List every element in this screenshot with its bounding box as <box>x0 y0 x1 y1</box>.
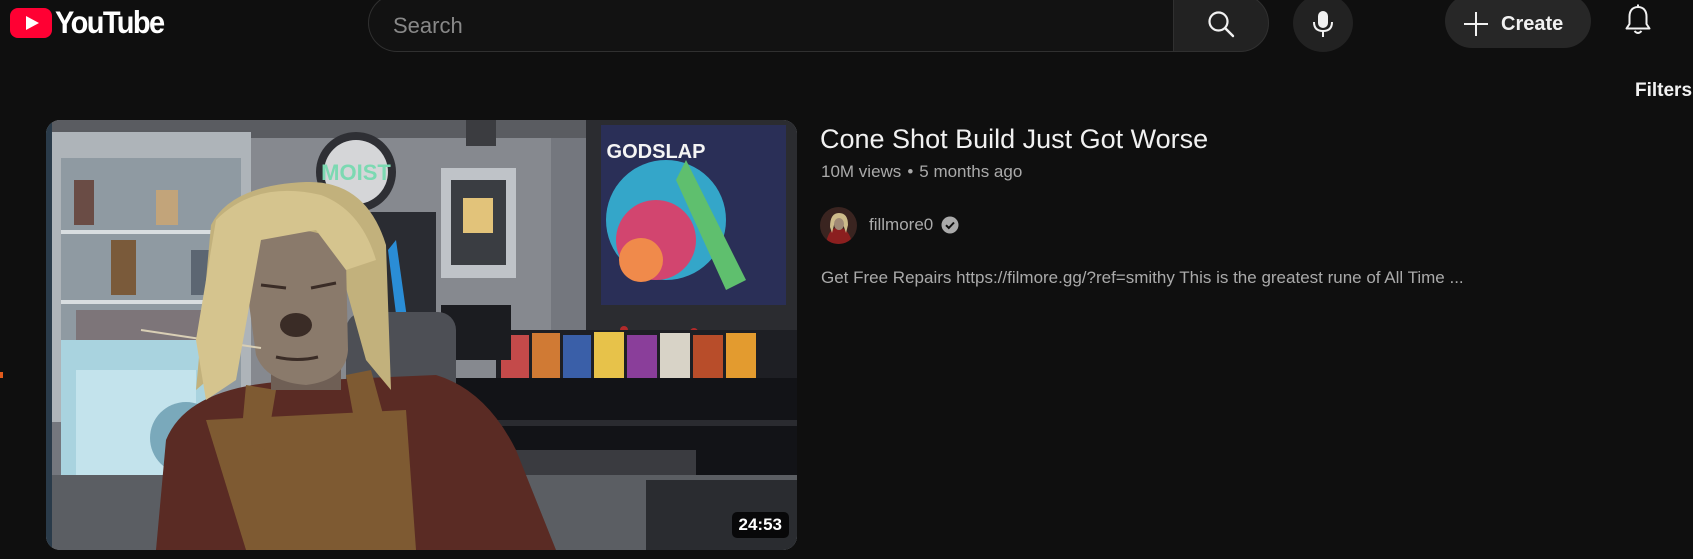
youtube-logo-icon <box>10 8 52 38</box>
view-count: 10M views <box>821 162 902 181</box>
video-meta: 10M views • 5 months ago <box>821 162 1022 182</box>
thumbnail-poster-text: GODSLAP <box>607 141 706 163</box>
video-thumbnail[interactable]: MOIST GODSLAP 24:53 <box>46 120 797 550</box>
thumbnail-sign-text: MOIST <box>321 160 391 185</box>
search-input[interactable] <box>368 0 1173 52</box>
search-button[interactable] <box>1173 0 1269 52</box>
thumbnail-image: MOIST GODSLAP <box>46 120 797 550</box>
channel-avatar[interactable] <box>820 206 857 244</box>
youtube-logo[interactable]: YouTube <box>10 4 165 41</box>
channel-name[interactable]: fillmore0 <box>869 215 933 235</box>
upload-age: 5 months ago <box>919 162 1023 181</box>
meta-separator: • <box>907 162 914 181</box>
video-duration-badge: 24:53 <box>731 512 789 538</box>
top-bar: YouTube Creat <box>0 0 1693 56</box>
logo-text: YouTube <box>55 4 165 41</box>
create-label: Create <box>1501 12 1564 35</box>
bell-icon <box>1624 4 1652 41</box>
search-icon <box>1206 9 1236 44</box>
create-button[interactable]: Create <box>1445 0 1591 48</box>
voice-search-button[interactable] <box>1293 0 1353 52</box>
search-bar <box>368 0 1269 52</box>
mic-icon <box>1311 10 1335 43</box>
channel-row[interactable]: fillmore0 <box>820 206 959 244</box>
verified-check-icon <box>941 216 959 234</box>
filters-button[interactable]: Filters <box>1635 80 1692 102</box>
plus-icon <box>1463 11 1489 37</box>
video-description: Get Free Repairs https://filmore.gg/?ref… <box>821 268 1464 287</box>
notifications-button[interactable] <box>1616 0 1660 44</box>
video-title[interactable]: Cone Shot Build Just Got Worse <box>820 124 1208 155</box>
edge-fragment <box>0 372 3 378</box>
